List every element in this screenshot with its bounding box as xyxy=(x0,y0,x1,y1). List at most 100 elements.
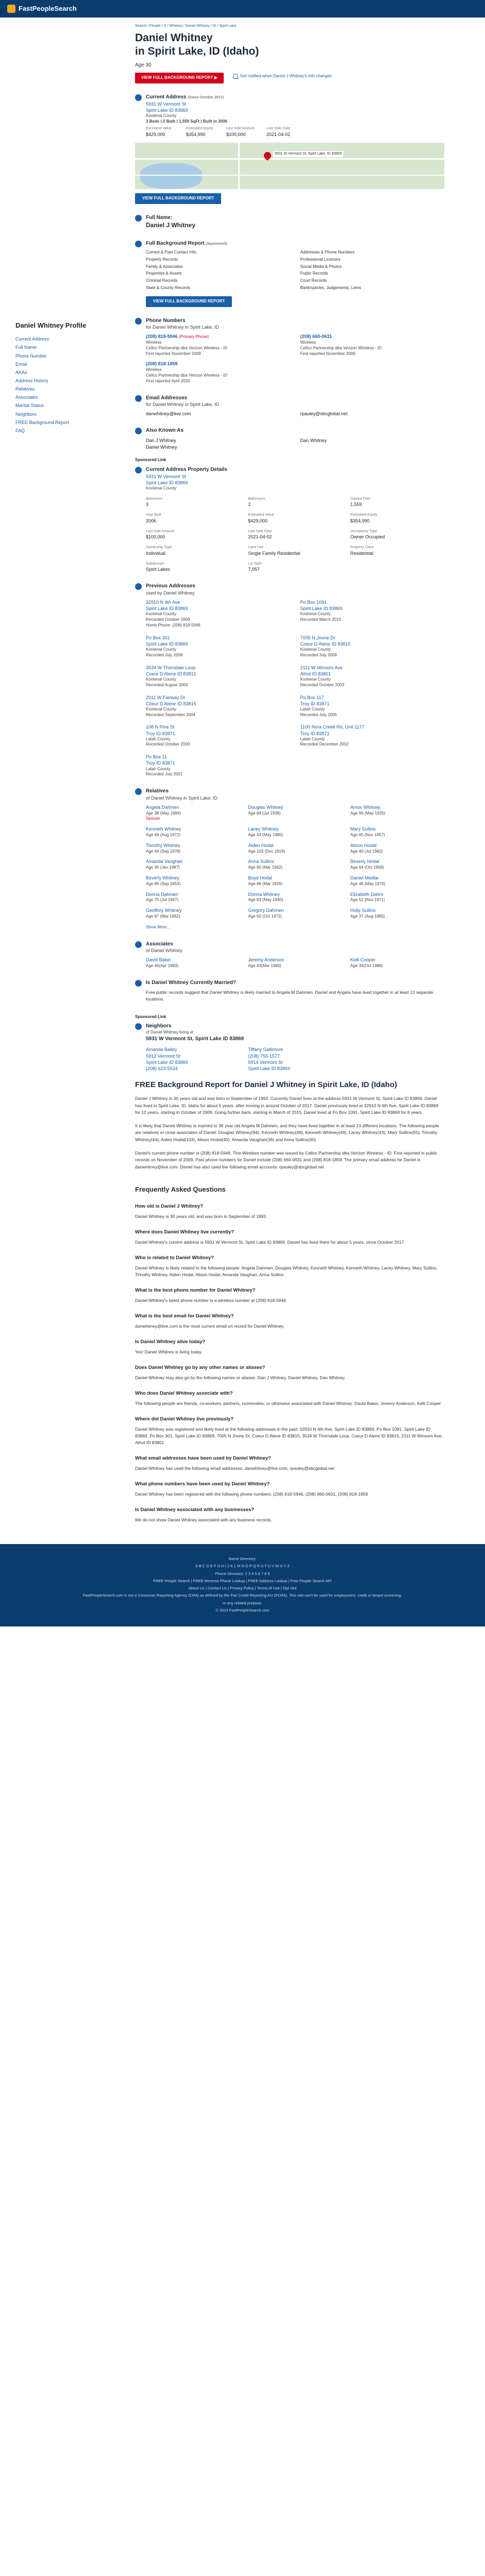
relative-name[interactable]: Amos Whitney xyxy=(350,805,380,810)
relative-item: Daniel Medlar Age 46 (May 1976) xyxy=(350,875,444,887)
site-logo[interactable]: FastPeopleSearch xyxy=(7,4,77,13)
relative-name[interactable]: Aiden Hodal xyxy=(248,843,273,848)
relative-item: Alison Hodal Age 40 (Jul 1982) xyxy=(350,842,444,855)
address-link[interactable]: 3534 W Thorndale Loop Coeur D Alene ID 83… xyxy=(146,665,290,677)
relative-item: Geoffrey Whitney Age 67 (Mar 1962) xyxy=(146,907,240,920)
sidebar-item[interactable]: Marital Status xyxy=(15,402,119,409)
address-map[interactable]: 5931 W Vermont St, Spirit Lake, ID 83869 xyxy=(135,143,444,190)
relative-age: Age 46 (May 1976) xyxy=(350,881,386,886)
relative-name[interactable]: Mary Sullins xyxy=(350,826,376,832)
sidebar-item[interactable]: Full Name xyxy=(15,344,119,350)
address-link[interactable]: 2011 W Fairway Dr Coeur D Alene ID 83815 xyxy=(146,694,290,707)
address-stat: Last Sale Amount $100,000 xyxy=(226,126,260,138)
phone-number-link[interactable]: (208) 818-5946 (Primary Phone) xyxy=(146,333,290,340)
associate-name[interactable]: David Baker xyxy=(146,957,171,962)
sidebar-item[interactable]: AKAs xyxy=(15,369,119,376)
phone-number[interactable]: (208) 660-0631 xyxy=(300,334,332,339)
address-line1: Po Box 11 xyxy=(146,754,167,760)
aka-name: Dan Whitney xyxy=(300,437,327,443)
address-link[interactable]: Po Box 1091 Spirit Lake ID 83869 xyxy=(300,599,445,612)
sidebar-item[interactable]: Phone Number xyxy=(15,353,119,359)
address-link[interactable]: Po Box 301 Spirit Lake ID 83869 xyxy=(146,635,290,647)
location-icon xyxy=(135,94,142,101)
address-link[interactable]: Po Box 117 Troy ID 83871 xyxy=(300,694,445,707)
neighbor-detail[interactable]: 5912 Vermont St xyxy=(146,1053,240,1059)
faq-question: What phone numbers have been used by Dan… xyxy=(135,1481,270,1487)
relative-name[interactable]: Donna Dahmen xyxy=(146,892,178,897)
neighbor-detail[interactable]: Spirit Lake ID 83869 xyxy=(248,1065,342,1072)
address-link[interactable]: Po Box 11 Troy ID 83871 xyxy=(146,754,290,766)
field-value: $429,000 xyxy=(248,518,267,523)
phone-number[interactable]: (208) 818-5946 xyxy=(146,334,178,339)
phone-entry: (208) 818-5946 (Primary Phone) Wireless Ce… xyxy=(146,333,290,357)
relative-name[interactable]: Timothy Whitney xyxy=(146,843,180,848)
breadcrumb[interactable]: Search / People / D / Whitney / Daniel W… xyxy=(135,24,444,28)
phone-detail: Cellco Partnership dba Verizon Wireless … xyxy=(146,345,227,350)
sidebar-item[interactable]: FAQ xyxy=(15,428,119,434)
map-report-button[interactable]: VIEW FULL BACKGROUND REPORT xyxy=(135,193,222,204)
relative-item: Elizabeth Dahm Age 52 (Nov 1971) xyxy=(350,891,444,904)
associate-age: Age 43(Mar 1980) xyxy=(248,963,281,968)
relative-name[interactable]: Beverly Whitney xyxy=(146,875,179,880)
address-line2: Coeur D Alene ID 83815 xyxy=(146,701,196,706)
previous-address: Po Box 1091 Spirit Lake ID 83869 Kootenai … xyxy=(300,599,445,629)
sidebar-item[interactable]: Address History xyxy=(15,378,119,384)
neighbor-name[interactable]: Tiffany Gallimore xyxy=(248,1047,283,1052)
sidebar-item[interactable]: Neighbors xyxy=(15,411,119,417)
view-report-button[interactable]: VIEW FULL BACKGROUND REPORT ▶ xyxy=(135,73,224,84)
address-link[interactable]: 108 N Pine St Troy ID 83871 xyxy=(146,724,290,736)
faq-question: Does Daniel Whitney go by any other name… xyxy=(135,1364,265,1370)
address-link[interactable]: 2111 W Winsom Ave Athol ID 83801 xyxy=(300,665,445,677)
relative-name[interactable]: Geoffrey Whitney xyxy=(146,908,181,913)
relative-name[interactable]: Boyd Hodal xyxy=(248,875,272,880)
relative-item: Beverly Hodal Age 64 (Oct 1958) xyxy=(350,858,444,871)
relative-name[interactable]: Daniel Medlar xyxy=(350,875,379,880)
neighbor-detail[interactable]: (208) 623-5524 xyxy=(146,1065,240,1072)
relative-name[interactable]: Angela Dahmen xyxy=(146,805,179,810)
sidebar-item[interactable]: FREE Background Report xyxy=(15,419,119,426)
bg-report-button[interactable]: VIEW FULL BACKGROUND REPORT xyxy=(146,296,232,307)
address-link[interactable]: 7005 N Jnone Dr Coeur D Alene ID 83815 xyxy=(300,635,445,647)
show-more-link[interactable]: Show More... xyxy=(146,925,170,929)
notify-link[interactable]: Get notified when Daniel J Whitney's inf… xyxy=(232,74,331,79)
field-value: $100,000 xyxy=(146,534,165,540)
address-link[interactable]: 1100 Nora Creek Rd, Unit 1177 Troy ID 838… xyxy=(300,724,445,736)
neighbor-detail[interactable]: (208) 755-1577 xyxy=(248,1053,342,1059)
address-line2: Troy ID 83871 xyxy=(146,760,175,766)
associate-name[interactable]: Jeremy Anderson xyxy=(248,957,284,962)
relative-age: Age 52 (Nov 1971) xyxy=(350,897,385,903)
phone-number-link[interactable]: (208) 818-1859 xyxy=(146,361,290,367)
neighbor-detail[interactable]: Spirit Lake ID 83869 xyxy=(146,1059,240,1065)
email-icon xyxy=(135,395,142,402)
neighbor-name[interactable]: Amanda Bailey xyxy=(146,1047,177,1052)
sidebar-item[interactable]: Relatives xyxy=(15,386,119,392)
relative-age: Age 60 (Mar 1962) xyxy=(248,865,283,870)
relative-name[interactable]: Donna Whitney xyxy=(248,892,280,897)
relative-name[interactable]: Holly Sullins xyxy=(350,908,376,913)
phone-number[interactable]: (208) 818-1859 xyxy=(146,361,178,366)
field-value: 1,559 xyxy=(350,502,362,507)
relative-name[interactable]: Douglas Whitney xyxy=(248,805,283,810)
relative-name[interactable]: Alison Hodal xyxy=(350,843,377,848)
neighbor-detail[interactable]: 5914 Vermont St xyxy=(248,1059,342,1065)
phone-number-link[interactable]: (208) 660-0631 xyxy=(300,333,445,340)
relative-name[interactable]: Amanda Vaughan xyxy=(146,859,182,864)
address-link[interactable]: 32910 N 4th Ave Spirit Lake ID 83869 xyxy=(146,599,290,612)
phones-section: Phone Numbers for Daniel Whitney in Spiri… xyxy=(135,317,444,384)
spouse-tag: Spouse xyxy=(146,816,160,821)
sidebar-item[interactable]: Email xyxy=(15,361,119,367)
property-field: Property Class Residential xyxy=(350,545,444,556)
sidebar-item[interactable]: Associates xyxy=(15,394,119,400)
address-detail: Kootenai County xyxy=(146,676,177,682)
sidebar-item[interactable]: Current Address xyxy=(15,336,119,342)
current-address-link[interactable]: 5931 W Vermont St Spirit Lake ID 83869 xyxy=(146,101,444,113)
relative-name[interactable]: Gregory Dahmen xyxy=(248,908,283,913)
relative-name[interactable]: Anna Sullins xyxy=(248,859,274,864)
relative-age: Age 64 (Oct 1958) xyxy=(350,865,384,870)
relative-name[interactable]: Elizabeth Dahm xyxy=(350,892,383,897)
associate-name[interactable]: Kelli Cooper xyxy=(350,957,376,962)
address-line2: Troy ID 83871 xyxy=(300,701,330,706)
relative-name[interactable]: Kenneth Whitney xyxy=(146,826,181,832)
relative-name[interactable]: Lacey Whitney xyxy=(248,826,278,832)
relative-name[interactable]: Beverly Hodal xyxy=(350,859,379,864)
